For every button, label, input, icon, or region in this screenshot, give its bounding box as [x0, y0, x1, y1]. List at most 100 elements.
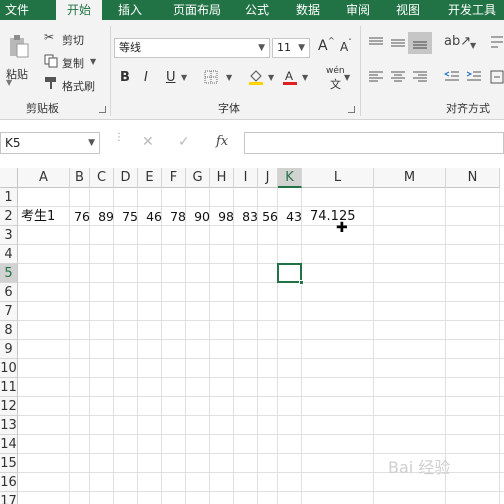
cell-l2[interactable]: 74.125 — [310, 207, 356, 226]
row-header-4[interactable]: 4 — [0, 245, 18, 264]
merge-center-icon[interactable] — [490, 70, 504, 87]
format-painter-icon[interactable] — [44, 76, 58, 93]
align-top-icon[interactable] — [368, 36, 384, 53]
drag-handle-icon[interactable]: ⋮ — [114, 133, 124, 150]
fill-handle[interactable] — [299, 280, 304, 285]
font-size-combo[interactable]: 11 ▼ — [272, 38, 310, 58]
phonetic-dropdown-icon[interactable]: ▼ — [344, 73, 350, 82]
name-box[interactable]: K5 ▼ — [0, 132, 100, 154]
column-header-n[interactable]: N — [446, 168, 500, 188]
row-header-16[interactable]: 16 — [0, 473, 18, 492]
increase-font-size-button[interactable]: A — [318, 38, 328, 54]
border-dropdown-icon[interactable]: ▼ — [226, 73, 232, 82]
row-header-6[interactable]: 6 — [0, 283, 18, 302]
column-header-a[interactable]: A — [18, 168, 70, 188]
font-launcher-icon[interactable] — [348, 106, 355, 113]
cell-d2[interactable]: 75 — [115, 207, 138, 226]
column-header-b[interactable]: B — [70, 168, 90, 188]
tab-file[interactable]: 文件 — [0, 0, 34, 20]
underline-button[interactable]: U — [166, 70, 176, 85]
fill-color-icon[interactable] — [248, 68, 264, 89]
enter-entry-icon[interactable]: ✓ — [178, 134, 190, 150]
align-bottom-icon[interactable] — [408, 32, 432, 54]
phonetic-guide-button[interactable]: wén — [326, 66, 345, 76]
paste-dropdown-icon[interactable]: ▼ — [6, 78, 12, 87]
row-header-5[interactable]: 5 — [0, 264, 18, 283]
decrease-indent-icon[interactable] — [443, 70, 460, 87]
select-all-corner[interactable] — [0, 168, 18, 188]
paste-icon[interactable] — [8, 34, 30, 58]
row-header-7[interactable]: 7 — [0, 302, 18, 321]
row-header-12[interactable]: 12 — [0, 397, 18, 416]
font-color-dropdown-icon[interactable]: ▼ — [302, 73, 308, 82]
clipboard-launcher-icon[interactable] — [99, 106, 106, 113]
row-header-9[interactable]: 9 — [0, 340, 18, 359]
copy-dropdown-icon[interactable]: ▼ — [90, 57, 96, 66]
cut-icon[interactable]: ✂ — [44, 30, 54, 44]
cell-f2[interactable]: 78 — [163, 207, 186, 226]
underline-dropdown-icon[interactable]: ▼ — [181, 73, 187, 82]
tab-home[interactable]: 开始 — [56, 0, 102, 20]
row-header-17[interactable]: 17 — [0, 492, 18, 504]
format-painter-button[interactable]: 格式刷 — [62, 78, 95, 94]
copy-button[interactable]: 复制 — [62, 55, 84, 71]
align-right-icon[interactable] — [412, 70, 428, 87]
column-header-d[interactable]: D — [114, 168, 138, 188]
formula-input[interactable] — [244, 132, 504, 154]
cancel-entry-icon[interactable]: ✕ — [142, 134, 154, 150]
column-header-i[interactable]: I — [234, 168, 258, 188]
cell-b2[interactable]: 76 — [71, 207, 90, 226]
row-header-8[interactable]: 8 — [0, 321, 18, 340]
column-header-e[interactable]: E — [138, 168, 162, 188]
row-header-1[interactable]: 1 — [0, 188, 18, 207]
row-header-14[interactable]: 14 — [0, 435, 18, 454]
bold-button[interactable]: B — [120, 70, 130, 85]
column-header-j[interactable]: J — [258, 168, 278, 188]
orientation-icon[interactable]: ab↗ — [444, 34, 471, 49]
column-header-c[interactable]: C — [90, 168, 114, 188]
cut-button[interactable]: 剪切 — [62, 32, 84, 48]
align-middle-icon[interactable] — [390, 36, 406, 53]
font-name-combo[interactable]: 等线 ▼ — [114, 38, 270, 58]
orientation-dropdown-icon[interactable]: ▼ — [470, 41, 476, 50]
copy-icon[interactable] — [44, 54, 58, 71]
row-header-13[interactable]: 13 — [0, 416, 18, 435]
row-header-10[interactable]: 10 — [0, 359, 18, 378]
tab-page-layout[interactable]: 页面布局 — [160, 0, 234, 20]
column-header-h[interactable]: H — [210, 168, 234, 188]
tab-insert[interactable]: 插入 — [108, 0, 152, 20]
border-icon[interactable] — [204, 70, 218, 87]
align-left-icon[interactable] — [368, 70, 384, 87]
tab-data[interactable]: 数据 — [288, 0, 328, 20]
tab-view[interactable]: 视图 — [388, 0, 428, 20]
cell-g2[interactable]: 90 — [187, 207, 210, 226]
cell-a2[interactable]: 考生1 — [21, 207, 55, 226]
tab-developer[interactable]: 开发工具 — [440, 0, 504, 20]
row-header-11[interactable]: 11 — [0, 378, 18, 397]
cell-e2[interactable]: 46 — [139, 207, 162, 226]
gridline — [373, 188, 374, 504]
column-header-g[interactable]: G — [186, 168, 210, 188]
fill-color-dropdown-icon[interactable]: ▼ — [268, 73, 274, 82]
column-header-m[interactable]: M — [374, 168, 446, 188]
insert-function-icon[interactable]: fx — [216, 134, 228, 149]
cell-h2[interactable]: 98 — [211, 207, 234, 226]
row-header-2[interactable]: 2 — [0, 207, 18, 226]
tab-formulas[interactable]: 公式 — [238, 0, 276, 20]
align-center-icon[interactable] — [390, 70, 406, 87]
cell-i2[interactable]: 83 — [235, 207, 258, 226]
decrease-font-size-button[interactable]: A — [340, 40, 348, 54]
italic-button[interactable]: I — [144, 70, 148, 85]
row-header-15[interactable]: 15 — [0, 454, 18, 473]
cell-k2[interactable]: 43 — [279, 207, 302, 226]
wrap-text-icon[interactable] — [490, 34, 504, 53]
column-header-l[interactable]: L — [302, 168, 374, 188]
font-color-icon[interactable]: A — [282, 68, 298, 89]
row-header-3[interactable]: 3 — [0, 226, 18, 245]
cell-c2[interactable]: 89 — [91, 207, 114, 226]
cell-j2[interactable]: 56 — [259, 207, 278, 226]
tab-review[interactable]: 审阅 — [338, 0, 378, 20]
increase-indent-icon[interactable] — [466, 70, 482, 87]
column-header-f[interactable]: F — [162, 168, 186, 188]
column-header-k[interactable]: K — [278, 168, 302, 188]
